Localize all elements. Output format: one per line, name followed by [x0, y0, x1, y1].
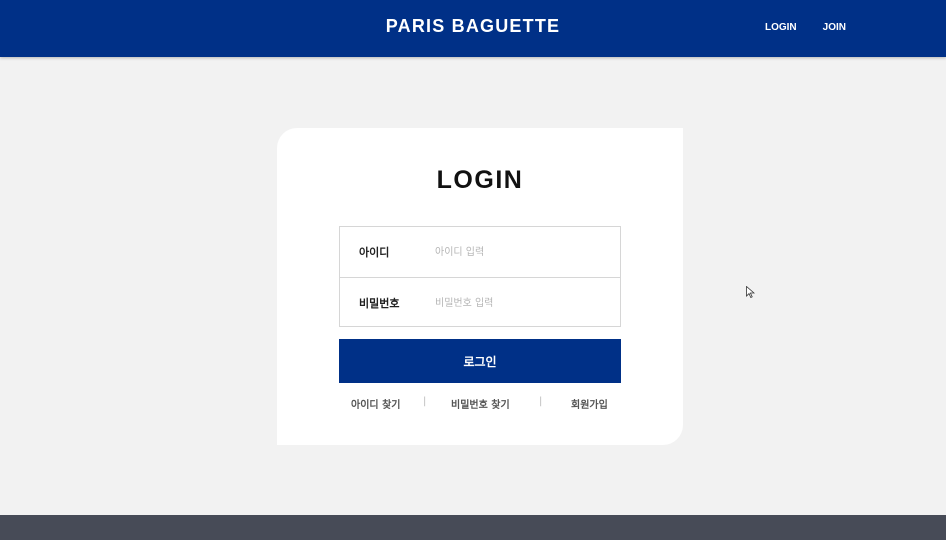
link-separator: |	[423, 396, 427, 407]
top-header: PARIS BAGUETTE LOGIN JOIN	[0, 0, 946, 57]
nav-join-link[interactable]: JOIN	[823, 22, 846, 33]
login-card: LOGIN 아이디 비밀번호 로그인 아이디 찾기 | 비밀번호 찾기 | 회원…	[277, 128, 683, 445]
login-form: 아이디 비밀번호	[339, 226, 621, 327]
link-separator: |	[539, 396, 543, 407]
password-row: 비밀번호	[340, 277, 620, 327]
password-label: 비밀번호	[359, 296, 400, 310]
id-label: 아이디	[359, 246, 390, 259]
sign-up-link[interactable]: 회원가입	[571, 396, 608, 411]
password-input[interactable]	[435, 290, 610, 316]
mouse-pointer-icon	[746, 286, 755, 298]
page-footer	[0, 515, 946, 540]
page-title: LOGIN	[436, 166, 524, 194]
id-input[interactable]	[435, 239, 610, 265]
nav-login-link[interactable]: LOGIN	[765, 22, 797, 33]
find-password-link[interactable]: 비밀번호 찾기	[451, 396, 510, 411]
id-row: 아이디	[340, 227, 620, 277]
find-id-link[interactable]: 아이디 찾기	[351, 396, 400, 411]
account-links: 아이디 찾기 | 비밀번호 찾기 | 회원가입	[339, 396, 621, 412]
login-button[interactable]: 로그인	[339, 339, 621, 383]
header-nav: LOGIN JOIN	[765, 22, 846, 33]
